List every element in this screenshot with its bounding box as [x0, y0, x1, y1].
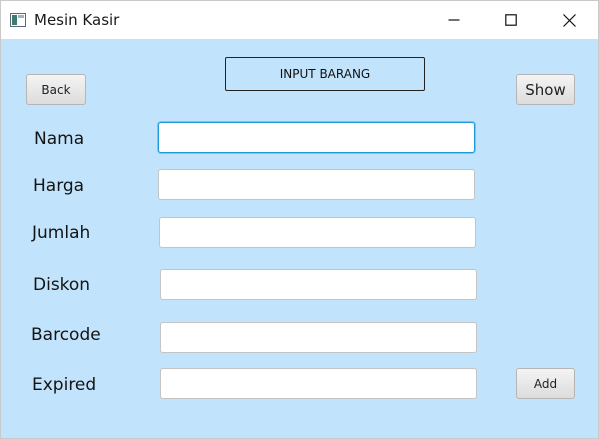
- expired-input[interactable]: [160, 368, 477, 399]
- add-button[interactable]: Add: [516, 368, 575, 399]
- diskon-label: Diskon: [33, 275, 91, 295]
- maximize-icon: [505, 14, 517, 26]
- nama-label: Nama: [34, 129, 85, 149]
- window-title: Mesin Kasir: [34, 11, 120, 29]
- close-button[interactable]: [540, 1, 598, 39]
- app-window: Mesin Kasir Back INPUT BARANG Show Nama …: [0, 0, 599, 439]
- harga-label: Harga: [33, 176, 85, 196]
- app-icon: [10, 12, 26, 27]
- minimize-button[interactable]: [425, 1, 483, 39]
- barcode-label: Barcode: [31, 325, 101, 345]
- close-icon: [562, 13, 576, 27]
- jumlah-label: Jumlah: [32, 223, 91, 243]
- maximize-button[interactable]: [482, 1, 540, 39]
- diskon-input[interactable]: [160, 269, 477, 300]
- expired-label: Expired: [32, 375, 97, 395]
- title-bar[interactable]: Mesin Kasir: [1, 1, 598, 39]
- jumlah-input[interactable]: [159, 217, 476, 248]
- minimize-icon: [448, 14, 460, 26]
- page-title: INPUT BARANG: [225, 57, 425, 91]
- barcode-input[interactable]: [160, 322, 477, 353]
- back-button[interactable]: Back: [26, 74, 86, 105]
- show-button[interactable]: Show: [516, 74, 575, 105]
- harga-input[interactable]: [158, 169, 475, 200]
- nama-input[interactable]: [158, 122, 475, 153]
